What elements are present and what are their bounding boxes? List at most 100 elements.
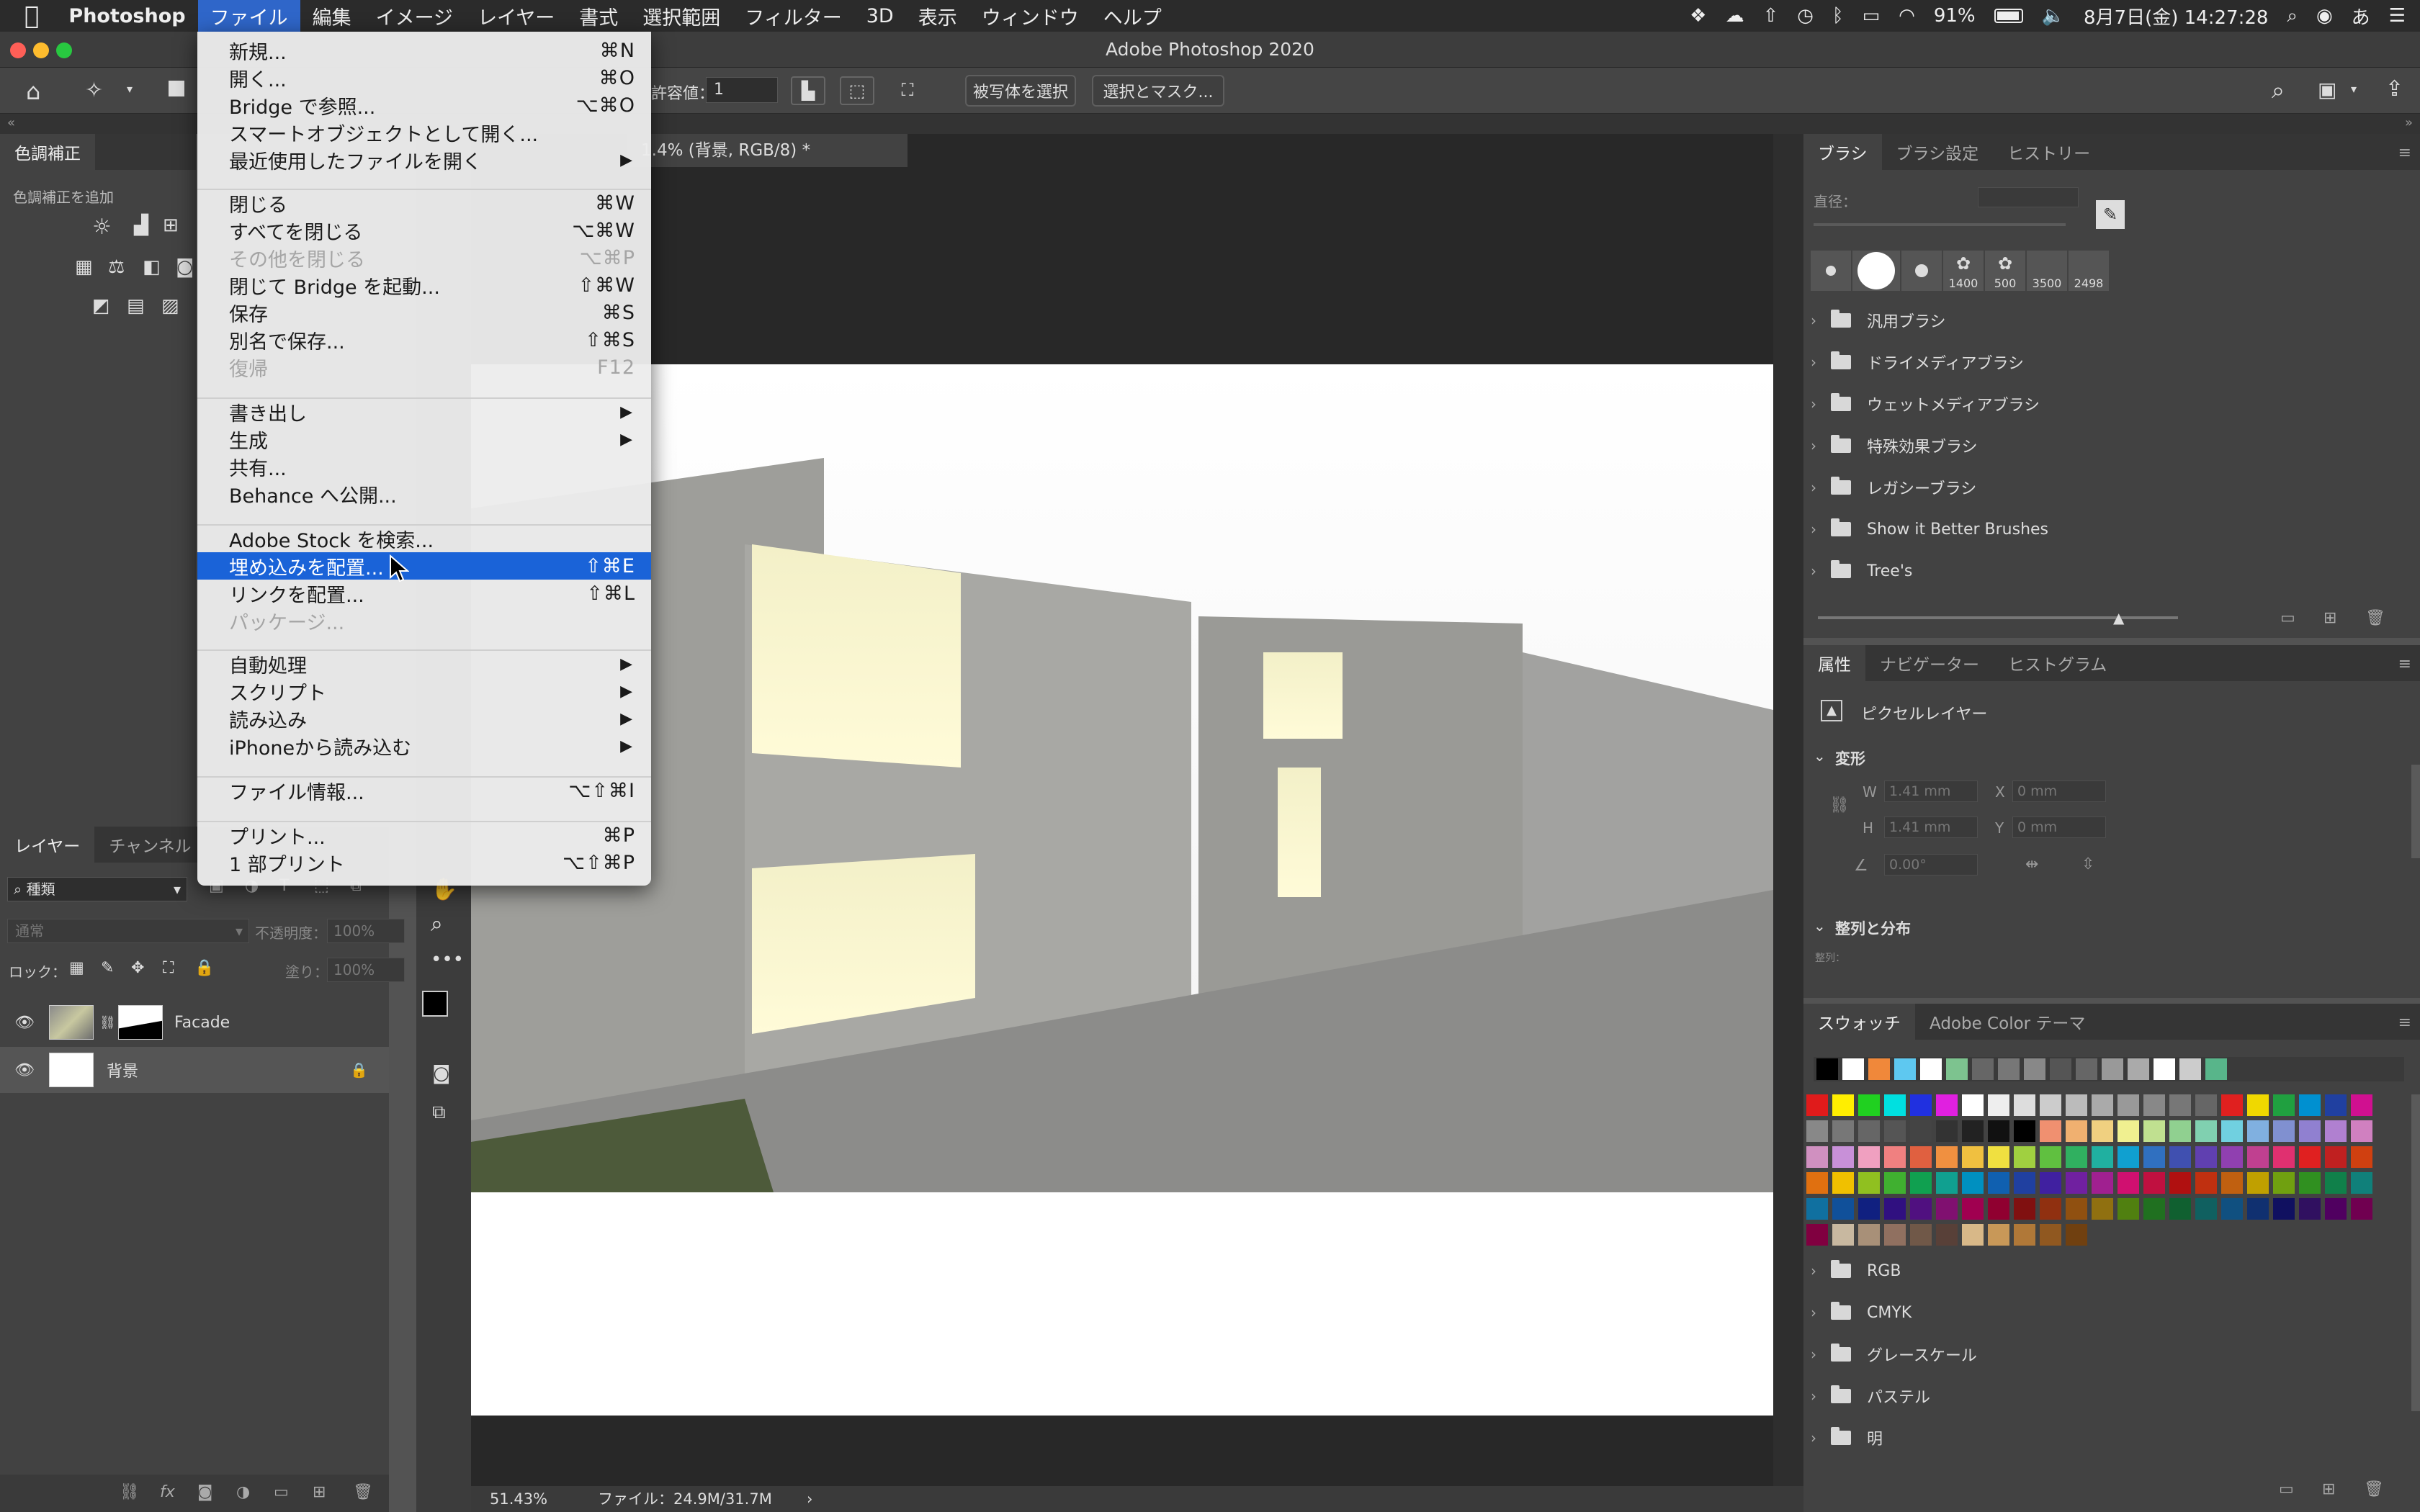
color-swatch[interactable] — [2014, 1120, 2035, 1142]
fx-icon[interactable]: fx — [160, 1483, 175, 1501]
close-window-button[interactable] — [10, 42, 26, 58]
menu-item-file-info[interactable]: ファイル情報... ⌥⇧⌘I — [197, 777, 651, 804]
color-swatch[interactable] — [2221, 1172, 2243, 1194]
color-swatch[interactable] — [2092, 1094, 2113, 1116]
color-swatch[interactable] — [2247, 1120, 2269, 1142]
siri-icon[interactable]: ◉ — [2316, 5, 2333, 27]
new-brush-icon[interactable]: ⊞ — [2323, 609, 2336, 627]
color-swatch[interactable] — [1884, 1094, 1906, 1116]
menu-file[interactable]: ファイル — [197, 0, 300, 32]
color-swatch[interactable] — [2299, 1120, 2321, 1142]
color-swatch[interactable] — [2066, 1146, 2087, 1168]
wifi-icon[interactable]: ◠ — [1899, 5, 1915, 27]
brush-folder[interactable]: › ドライメディアブラシ — [1811, 341, 2024, 383]
x-input[interactable]: 0 mm — [2012, 780, 2106, 802]
chevron-down-icon[interactable]: ▾ — [127, 82, 133, 96]
chevron-down-icon[interactable]: ⌄ — [1814, 917, 1826, 935]
menu-item-place-linked[interactable]: リンクを配置... ⇧⌘L — [197, 580, 651, 607]
lock-image-icon[interactable]: ✎ — [101, 959, 114, 977]
file-info[interactable]: ファイル：24.9M/31.7M — [598, 1486, 772, 1512]
app-menu[interactable]: Photoshop — [56, 0, 197, 32]
color-swatch[interactable] — [2143, 1146, 2165, 1168]
color-swatch[interactable] — [1832, 1146, 1854, 1168]
tolerance-input[interactable]: 1 — [706, 77, 778, 103]
cloud-icon[interactable]: ☁ — [1725, 5, 1744, 27]
layer-mask-thumbnail[interactable] — [118, 1005, 163, 1040]
color-swatch[interactable] — [2118, 1172, 2139, 1194]
color-swatch[interactable] — [2273, 1172, 2295, 1194]
color-swatch[interactable] — [1884, 1172, 1906, 1194]
color-swatch[interactable] — [2299, 1094, 2321, 1116]
black-white-icon[interactable]: ◧ — [143, 256, 161, 278]
color-swatch[interactable] — [1936, 1224, 1958, 1246]
menu-item-automate[interactable]: 自動処理 ▶ — [197, 650, 651, 678]
color-swatch[interactable] — [1910, 1224, 1932, 1246]
swatches-scrollbar[interactable] — [2411, 1094, 2420, 1411]
panel-menu-icon[interactable]: ≡ — [2398, 144, 2411, 162]
recent-color-swatch[interactable] — [2154, 1058, 2175, 1080]
brush-preset[interactable]: ✿ 500 — [1985, 251, 2025, 291]
flip-horizontal-icon[interactable]: ⇹ — [2025, 855, 2038, 873]
color-swatch[interactable] — [2351, 1198, 2372, 1220]
color-swatch[interactable] — [2092, 1146, 2113, 1168]
menu-item-place-embedded[interactable]: 埋め込みを配置... ⇧⌘E — [197, 552, 651, 580]
color-swatch[interactable] — [2247, 1146, 2269, 1168]
recent-color-swatch[interactable] — [1972, 1058, 1994, 1080]
swatch-group[interactable]: › グレースケール — [1811, 1333, 1977, 1375]
color-swatch[interactable] — [1988, 1172, 2009, 1194]
link-layers-icon[interactable]: ⛓ — [120, 1483, 140, 1501]
recent-color-swatch[interactable] — [2076, 1058, 2097, 1080]
recent-color-swatch[interactable] — [2050, 1058, 2071, 1080]
brush-size-slider[interactable] — [1814, 223, 2066, 226]
menu-item-new[interactable]: 新規... ⌘N — [197, 37, 651, 64]
menu-filter[interactable]: フィルター — [732, 0, 853, 32]
color-swatch[interactable] — [2169, 1198, 2191, 1220]
color-swatch[interactable] — [1936, 1172, 1958, 1194]
recent-color-swatch[interactable] — [2128, 1058, 2149, 1080]
tab-brush-settings[interactable]: ブラシ設定 — [1882, 134, 1994, 170]
brush-folder[interactable]: › 特殊効果ブラシ — [1811, 425, 1978, 467]
levels-icon[interactable]: ▟ — [134, 215, 148, 236]
menu-item-import[interactable]: 読み込み ▶ — [197, 705, 651, 732]
color-swatch[interactable] — [2325, 1120, 2347, 1142]
angle-input[interactable]: 0.00° — [1884, 854, 1978, 876]
color-swatch[interactable] — [2195, 1172, 2217, 1194]
menu-select[interactable]: 選択範囲 — [630, 0, 732, 32]
color-swatch[interactable] — [2325, 1146, 2347, 1168]
color-swatch[interactable] — [1936, 1094, 1958, 1116]
new-group-icon[interactable]: ▭ — [274, 1483, 289, 1501]
color-swatch[interactable] — [2143, 1172, 2165, 1194]
color-swatch[interactable] — [2273, 1198, 2295, 1220]
link-icon[interactable]: ⛓ — [99, 1015, 116, 1030]
color-swatch[interactable] — [2040, 1120, 2061, 1142]
color-swatch[interactable] — [2273, 1094, 2295, 1116]
lock-position-icon[interactable]: ✥ — [131, 959, 144, 977]
menu-item-print-one-copy[interactable]: 1 部プリント ⌥⇧⌘P — [197, 849, 651, 876]
menu-item-open-recent[interactable]: 最近使用したファイルを開く ▶ — [197, 146, 651, 174]
photo-filter-icon[interactable]: ◙ — [176, 256, 194, 278]
swatch-group[interactable]: › パステル — [1811, 1375, 1930, 1417]
trash-icon[interactable]: 🗑 — [2365, 609, 2385, 627]
tab-navigator[interactable]: ナビゲーター — [1865, 645, 1994, 681]
color-swatch[interactable] — [2118, 1120, 2139, 1142]
chevron-down-icon[interactable]: ▾ — [2351, 82, 2357, 96]
battery-icon[interactable] — [1994, 9, 2023, 23]
brush-preset[interactable]: 2498 — [2069, 251, 2109, 291]
ime-indicator[interactable]: あ — [2352, 3, 2370, 30]
color-swatch[interactable] — [2040, 1172, 2061, 1194]
menu-item-save[interactable]: 保存 ⌘S — [197, 299, 651, 326]
brush-preset[interactable]: ✿ 1400 — [1943, 251, 1984, 291]
menu-window[interactable]: ウィンドウ — [969, 0, 1091, 32]
color-swatch[interactable] — [2299, 1172, 2321, 1194]
curves-icon[interactable]: ⊞ — [163, 215, 179, 236]
color-swatch[interactable] — [2247, 1172, 2269, 1194]
recent-color-swatch[interactable] — [1816, 1058, 1838, 1080]
color-swatch[interactable] — [1832, 1120, 1854, 1142]
color-swatch[interactable] — [2299, 1146, 2321, 1168]
vibrance-icon[interactable]: ▦ — [75, 256, 93, 278]
color-swatch[interactable] — [1858, 1224, 1880, 1246]
contiguous-icon[interactable]: ⛶ — [890, 76, 925, 105]
new-adjustment-icon[interactable]: ◑ — [236, 1483, 250, 1501]
properties-scrollbar[interactable] — [2411, 765, 2420, 858]
new-group-icon[interactable]: ▭ — [2280, 609, 2295, 627]
